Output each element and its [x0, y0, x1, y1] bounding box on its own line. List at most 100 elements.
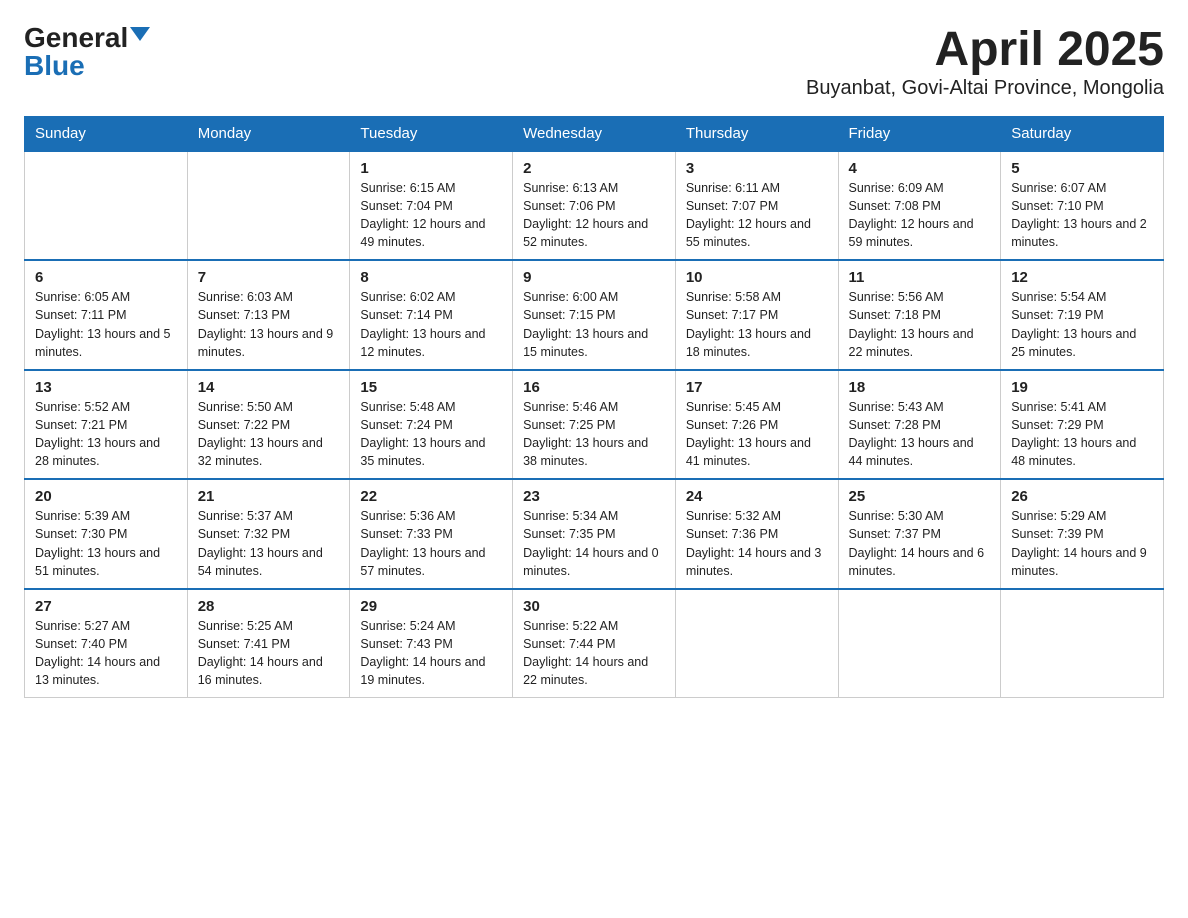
day-cell: 6 Sunrise: 6:05 AM Sunset: 7:11 PM Daylig…: [25, 260, 188, 370]
day-number: 12: [1011, 269, 1153, 286]
day-number: 20: [35, 488, 177, 505]
day-cell: 27 Sunrise: 5:27 AM Sunset: 7:40 PM Dayli…: [25, 589, 188, 698]
day-info: Sunrise: 5:56 AM Sunset: 7:18 PM Dayligh…: [849, 288, 991, 361]
day-number: 11: [849, 269, 991, 286]
week-row-4: 27 Sunrise: 5:27 AM Sunset: 7:40 PM Dayli…: [25, 589, 1164, 698]
day-number: 14: [198, 379, 340, 396]
day-info: Sunrise: 6:11 AM Sunset: 7:07 PM Dayligh…: [686, 179, 828, 252]
day-info: Sunrise: 6:13 AM Sunset: 7:06 PM Dayligh…: [523, 179, 665, 252]
day-cell: [1001, 589, 1164, 698]
day-info: Sunrise: 6:05 AM Sunset: 7:11 PM Dayligh…: [35, 288, 177, 361]
week-row-0: 1Sunrise: 6:15 AM Sunset: 7:04 PM Daylig…: [25, 151, 1164, 261]
day-cell: 3 Sunrise: 6:11 AM Sunset: 7:07 PM Daylig…: [675, 151, 838, 261]
day-info: Sunrise: 5:46 AM Sunset: 7:25 PM Dayligh…: [523, 398, 665, 471]
day-number: 26: [1011, 488, 1153, 505]
day-cell: 20 Sunrise: 5:39 AM Sunset: 7:30 PM Dayli…: [25, 479, 188, 589]
page-header: General Blue April 2025 Buyanbat, Govi-A…: [24, 24, 1164, 100]
header-wednesday: Wednesday: [513, 116, 676, 151]
day-info: Sunrise: 5:37 AM Sunset: 7:32 PM Dayligh…: [198, 507, 340, 580]
day-number: 1: [360, 160, 502, 177]
day-number: 24: [686, 488, 828, 505]
header-monday: Monday: [187, 116, 350, 151]
day-cell: [187, 151, 350, 261]
day-cell: 30 Sunrise: 5:22 AM Sunset: 7:44 PM Dayli…: [513, 589, 676, 698]
day-number: 9: [523, 269, 665, 286]
day-info: Sunrise: 5:22 AM Sunset: 7:44 PM Dayligh…: [523, 617, 665, 690]
page-subtitle: Buyanbat, Govi-Altai Province, Mongolia: [806, 77, 1164, 100]
week-row-3: 20 Sunrise: 5:39 AM Sunset: 7:30 PM Dayli…: [25, 479, 1164, 589]
calendar-header: Sunday Monday Tuesday Wednesday Thursday…: [25, 116, 1164, 151]
day-number: 3: [686, 160, 828, 177]
day-cell: [25, 151, 188, 261]
day-cell: 29 Sunrise: 5:24 AM Sunset: 7:43 PM Dayli…: [350, 589, 513, 698]
page-title: April 2025: [806, 24, 1164, 77]
day-info: Sunrise: 5:29 AM Sunset: 7:39 PM Dayligh…: [1011, 507, 1153, 580]
day-info: Sunrise: 5:58 AM Sunset: 7:17 PM Dayligh…: [686, 288, 828, 361]
day-info: Sunrise: 6:09 AM Sunset: 7:08 PM Dayligh…: [849, 179, 991, 252]
day-info: Sunrise: 5:39 AM Sunset: 7:30 PM Dayligh…: [35, 507, 177, 580]
day-number: 28: [198, 598, 340, 615]
logo-blue: Blue: [24, 52, 85, 80]
day-number: 6: [35, 269, 177, 286]
day-number: 4: [849, 160, 991, 177]
day-info: Sunrise: 5:50 AM Sunset: 7:22 PM Dayligh…: [198, 398, 340, 471]
day-cell: 1Sunrise: 6:15 AM Sunset: 7:04 PM Daylig…: [350, 151, 513, 261]
day-info: Sunrise: 5:48 AM Sunset: 7:24 PM Dayligh…: [360, 398, 502, 471]
calendar-table: Sunday Monday Tuesday Wednesday Thursday…: [24, 116, 1164, 699]
day-number: 22: [360, 488, 502, 505]
header-thursday: Thursday: [675, 116, 838, 151]
day-number: 30: [523, 598, 665, 615]
day-cell: 4 Sunrise: 6:09 AM Sunset: 7:08 PM Daylig…: [838, 151, 1001, 261]
day-number: 21: [198, 488, 340, 505]
day-number: 8: [360, 269, 502, 286]
day-cell: 16Sunrise: 5:46 AM Sunset: 7:25 PM Dayli…: [513, 370, 676, 480]
day-info: Sunrise: 6:02 AM Sunset: 7:14 PM Dayligh…: [360, 288, 502, 361]
calendar-body: 1Sunrise: 6:15 AM Sunset: 7:04 PM Daylig…: [25, 151, 1164, 698]
day-info: Sunrise: 5:34 AM Sunset: 7:35 PM Dayligh…: [523, 507, 665, 580]
day-cell: 5Sunrise: 6:07 AM Sunset: 7:10 PM Daylig…: [1001, 151, 1164, 261]
day-cell: 24 Sunrise: 5:32 AM Sunset: 7:36 PM Dayli…: [675, 479, 838, 589]
logo: General Blue: [24, 24, 150, 80]
day-cell: 13 Sunrise: 5:52 AM Sunset: 7:21 PM Dayli…: [25, 370, 188, 480]
header-sunday: Sunday: [25, 116, 188, 151]
day-info: Sunrise: 5:32 AM Sunset: 7:36 PM Dayligh…: [686, 507, 828, 580]
day-number: 19: [1011, 379, 1153, 396]
day-cell: 19 Sunrise: 5:41 AM Sunset: 7:29 PM Dayli…: [1001, 370, 1164, 480]
day-info: Sunrise: 5:27 AM Sunset: 7:40 PM Dayligh…: [35, 617, 177, 690]
day-number: 18: [849, 379, 991, 396]
day-cell: 7 Sunrise: 6:03 AM Sunset: 7:13 PM Daylig…: [187, 260, 350, 370]
day-cell: [838, 589, 1001, 698]
day-number: 27: [35, 598, 177, 615]
week-row-2: 13 Sunrise: 5:52 AM Sunset: 7:21 PM Dayli…: [25, 370, 1164, 480]
day-number: 23: [523, 488, 665, 505]
day-info: Sunrise: 5:30 AM Sunset: 7:37 PM Dayligh…: [849, 507, 991, 580]
day-cell: 14 Sunrise: 5:50 AM Sunset: 7:22 PM Dayli…: [187, 370, 350, 480]
day-cell: 8 Sunrise: 6:02 AM Sunset: 7:14 PM Daylig…: [350, 260, 513, 370]
day-number: 7: [198, 269, 340, 286]
day-cell: 15Sunrise: 5:48 AM Sunset: 7:24 PM Dayli…: [350, 370, 513, 480]
day-number: 25: [849, 488, 991, 505]
day-info: Sunrise: 5:25 AM Sunset: 7:41 PM Dayligh…: [198, 617, 340, 690]
day-info: Sunrise: 5:54 AM Sunset: 7:19 PM Dayligh…: [1011, 288, 1153, 361]
day-info: Sunrise: 5:52 AM Sunset: 7:21 PM Dayligh…: [35, 398, 177, 471]
day-number: 5: [1011, 160, 1153, 177]
day-cell: 26 Sunrise: 5:29 AM Sunset: 7:39 PM Dayli…: [1001, 479, 1164, 589]
day-info: Sunrise: 5:41 AM Sunset: 7:29 PM Dayligh…: [1011, 398, 1153, 471]
day-number: 29: [360, 598, 502, 615]
day-cell: 10Sunrise: 5:58 AM Sunset: 7:17 PM Dayli…: [675, 260, 838, 370]
header-row: Sunday Monday Tuesday Wednesday Thursday…: [25, 116, 1164, 151]
day-cell: 18 Sunrise: 5:43 AM Sunset: 7:28 PM Dayli…: [838, 370, 1001, 480]
day-cell: 12 Sunrise: 5:54 AM Sunset: 7:19 PM Dayli…: [1001, 260, 1164, 370]
title-area: April 2025 Buyanbat, Govi-Altai Province…: [806, 24, 1164, 100]
day-info: Sunrise: 6:03 AM Sunset: 7:13 PM Dayligh…: [198, 288, 340, 361]
day-cell: [675, 589, 838, 698]
day-number: 17: [686, 379, 828, 396]
day-cell: 23 Sunrise: 5:34 AM Sunset: 7:35 PM Dayli…: [513, 479, 676, 589]
header-tuesday: Tuesday: [350, 116, 513, 151]
day-cell: 2Sunrise: 6:13 AM Sunset: 7:06 PM Daylig…: [513, 151, 676, 261]
week-row-1: 6 Sunrise: 6:05 AM Sunset: 7:11 PM Daylig…: [25, 260, 1164, 370]
day-info: Sunrise: 5:45 AM Sunset: 7:26 PM Dayligh…: [686, 398, 828, 471]
day-info: Sunrise: 5:24 AM Sunset: 7:43 PM Dayligh…: [360, 617, 502, 690]
day-info: Sunrise: 5:43 AM Sunset: 7:28 PM Dayligh…: [849, 398, 991, 471]
day-number: 13: [35, 379, 177, 396]
